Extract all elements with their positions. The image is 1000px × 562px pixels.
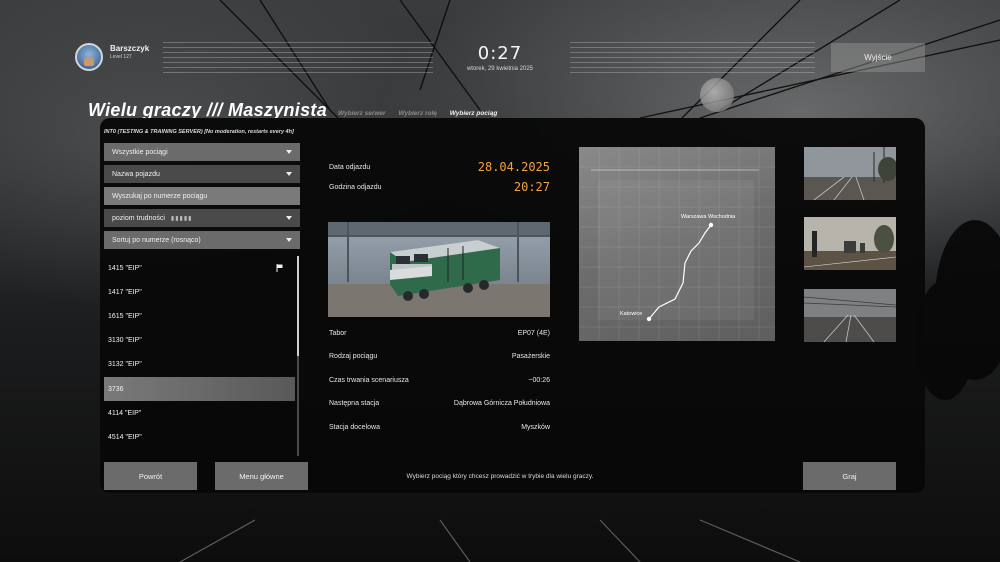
train-list-item[interactable]: 1415 "EIP"	[104, 256, 300, 280]
vehicle-name-dropdown[interactable]: Nazwa pojazdu	[104, 165, 300, 183]
breadcrumb-select-role[interactable]: Wybierz rolę	[398, 110, 437, 117]
train-number: 1415 "EIP"	[108, 264, 142, 272]
train-list: 1415 "EIP" 1417 "EIP" 1615 "EIP" 3130 "E…	[104, 256, 300, 456]
train-list-item-selected[interactable]: 3736	[104, 376, 295, 402]
instruction-text: Wybierz pociąg który chcesz prowadzić w …	[406, 473, 594, 480]
train-list-item[interactable]: 3130 "EIP"	[104, 329, 300, 353]
vehicle-name-dropdown-label: Nazwa pojazdu	[112, 170, 160, 178]
train-list-item[interactable]: 1417 "EIP"	[104, 280, 300, 304]
breadcrumb: Wybierz serwer Wybierz rolę Wybierz poci…	[338, 110, 508, 117]
detail-label-next-station: Następna stacja	[329, 400, 380, 407]
detail-value-next-station: Dąbrowa Górnicza Południowa	[453, 400, 550, 407]
train-number: 1417 "EIP"	[108, 288, 142, 296]
difficulty-dropdown[interactable]: poziom trudności ▮▮▮▮▮	[104, 209, 300, 227]
scenery-thumbnail[interactable]	[804, 147, 896, 200]
moon	[700, 78, 734, 112]
back-button[interactable]: Powrót	[104, 462, 197, 490]
breadcrumb-select-server[interactable]: Wybierz serwer	[338, 110, 386, 117]
breadcrumb-select-train: Wybierz pociąg	[449, 110, 498, 117]
train-number: 3130 "EIP"	[108, 337, 142, 345]
train-number: 1615 "EIP"	[108, 312, 142, 320]
departure-time-value: 20:27	[513, 180, 550, 194]
route-end-marker	[708, 222, 714, 228]
scrollbar-thumb[interactable]	[297, 256, 299, 356]
scenery-thumbnail[interactable]	[804, 289, 896, 342]
train-number: 4114 "EIP"	[108, 409, 142, 417]
search-input-placeholder: Wyszukaj po numerze pociągu	[112, 192, 208, 200]
departure-time-label: Godzina odjazdu	[329, 184, 382, 191]
sort-dropdown[interactable]: Sortuj po numerze (rosnąco)	[104, 231, 300, 249]
detail-label-train-type: Rodzaj pociągu	[329, 353, 378, 360]
flag-icon	[276, 264, 283, 272]
detail-value-rolling-stock: EP07 (4E)	[517, 330, 550, 337]
player-name: Barszczyk	[110, 44, 150, 53]
detail-value-destination: Myszków	[521, 424, 550, 431]
chevron-down-icon	[286, 150, 292, 154]
avatar[interactable]	[75, 43, 103, 71]
detail-value-duration: ~00:26	[528, 377, 550, 384]
locomotive-image	[328, 222, 550, 317]
server-name: INT0 (TESTING & TRAINING SERVER) [No mod…	[104, 129, 294, 135]
player-level: Level 127	[110, 54, 132, 60]
map-label-end: Warszawa Wschodnia	[681, 214, 736, 220]
detail-value-train-type: Pasażerskie	[511, 353, 550, 360]
train-list-item[interactable]: 4514 "EIP"	[104, 425, 300, 449]
header-decoration-left	[163, 42, 433, 73]
clock-time: 0:27	[477, 43, 523, 64]
play-button[interactable]: Graj	[803, 462, 896, 490]
detail-label-rolling-stock: Tabor	[329, 330, 347, 337]
map-label-start: Katowice	[620, 311, 643, 317]
route-map[interactable]: Katowice Warszawa Wschodnia	[579, 147, 775, 341]
all-trains-dropdown[interactable]: Wszystkie pociągi	[104, 143, 300, 161]
sort-dropdown-label: Sortuj po numerze (rosnąco)	[112, 236, 201, 244]
chevron-down-icon	[286, 238, 292, 242]
train-number: 4514 "EIP"	[108, 433, 142, 441]
chevron-down-icon	[286, 172, 292, 176]
scenery-thumbnail[interactable]	[804, 217, 896, 270]
difficulty-dropdown-label: poziom trudności	[112, 214, 165, 222]
main-menu-button[interactable]: Menu główne	[215, 462, 308, 490]
train-number: 3736	[108, 385, 124, 393]
difficulty-level-indicator: ▮▮▮▮▮	[170, 215, 193, 222]
detail-label-destination: Stacja docelowa	[329, 424, 380, 431]
route-start-marker	[646, 316, 652, 322]
train-list-item[interactable]: 3132 "EIP"	[104, 353, 300, 377]
header-decoration-right	[570, 42, 815, 73]
clock-date: wtorek, 29 kwietnia 2025	[466, 66, 534, 72]
departure-date-label: Data odjazdu	[329, 164, 371, 171]
train-number: 3132 "EIP"	[108, 361, 142, 369]
train-number-search-input[interactable]: Wyszukaj po numerze pociągu	[104, 187, 300, 205]
exit-button[interactable]: Wyjście	[831, 43, 925, 72]
train-list-item[interactable]: 1615 "EIP"	[104, 304, 300, 328]
train-list-item[interactable]: 4114 "EIP"	[104, 401, 300, 425]
departure-date-value: 28.04.2025	[477, 160, 550, 174]
all-trains-dropdown-label: Wszystkie pociągi	[112, 148, 168, 156]
chevron-down-icon	[286, 216, 292, 220]
train-list-scrollbar[interactable]	[297, 256, 299, 456]
